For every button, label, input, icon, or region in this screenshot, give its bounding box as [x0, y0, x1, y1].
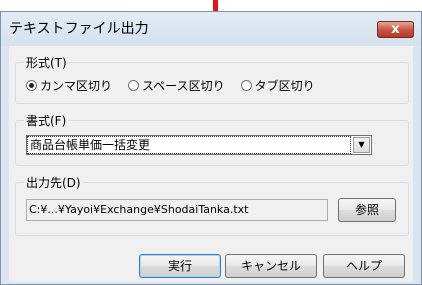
close-icon: x	[391, 22, 400, 37]
chevron-down-icon[interactable]: ▼	[353, 137, 370, 153]
radio-space-dot[interactable]	[128, 80, 140, 91]
style-legend: 書式(F)	[24, 112, 69, 129]
output-legend: 出力先(D)	[24, 174, 83, 191]
radio-comma[interactable]: カンマ区切り	[26, 77, 112, 94]
title-bar[interactable]: テキストファイル出力 x	[1, 12, 421, 46]
radio-tab-dot[interactable]	[240, 80, 252, 91]
format-legend: 形式(T)	[24, 54, 69, 71]
text-file-output-dialog: テキストファイル出力 x 形式(T) カンマ区切り スペース区切り タブ区切り	[0, 11, 422, 285]
output-group: 出力先(D) C:¥...¥Yayoi¥Exchange¥ShodaiTanka…	[15, 174, 409, 236]
format-group: 形式(T) カンマ区切り スペース区切り タブ区切り	[15, 54, 409, 104]
radio-space-label: スペース区切り	[142, 79, 225, 93]
browse-button[interactable]: 参照	[338, 198, 396, 222]
output-path-field[interactable]: C:¥...¥Yayoi¥Exchange¥ShodaiTanka.txt	[26, 199, 328, 221]
radio-comma-dot[interactable]	[26, 80, 37, 91]
radio-space[interactable]: スペース区切り	[128, 77, 225, 94]
radio-comma-label: カンマ区切り	[40, 79, 113, 93]
close-button[interactable]: x	[377, 21, 414, 38]
dialog-body: 形式(T) カンマ区切り スペース区切り タブ区切り 書式(F) 商品台帳単価一…	[9, 46, 413, 282]
cancel-button[interactable]: キャンセル	[225, 254, 317, 278]
radio-tab-label: タブ区切り	[254, 79, 315, 93]
help-button[interactable]: ヘルプ	[323, 254, 405, 278]
style-select-value: 商品台帳単価一括変更	[27, 136, 351, 154]
radio-tab[interactable]: タブ区切り	[240, 77, 315, 94]
execute-button[interactable]: 実行	[139, 254, 221, 278]
style-group: 書式(F) 商品台帳単価一括変更 ▼	[15, 112, 409, 166]
style-select[interactable]: 商品台帳単価一括変更 ▼	[26, 135, 372, 155]
window-title: テキストファイル出力	[9, 21, 149, 37]
